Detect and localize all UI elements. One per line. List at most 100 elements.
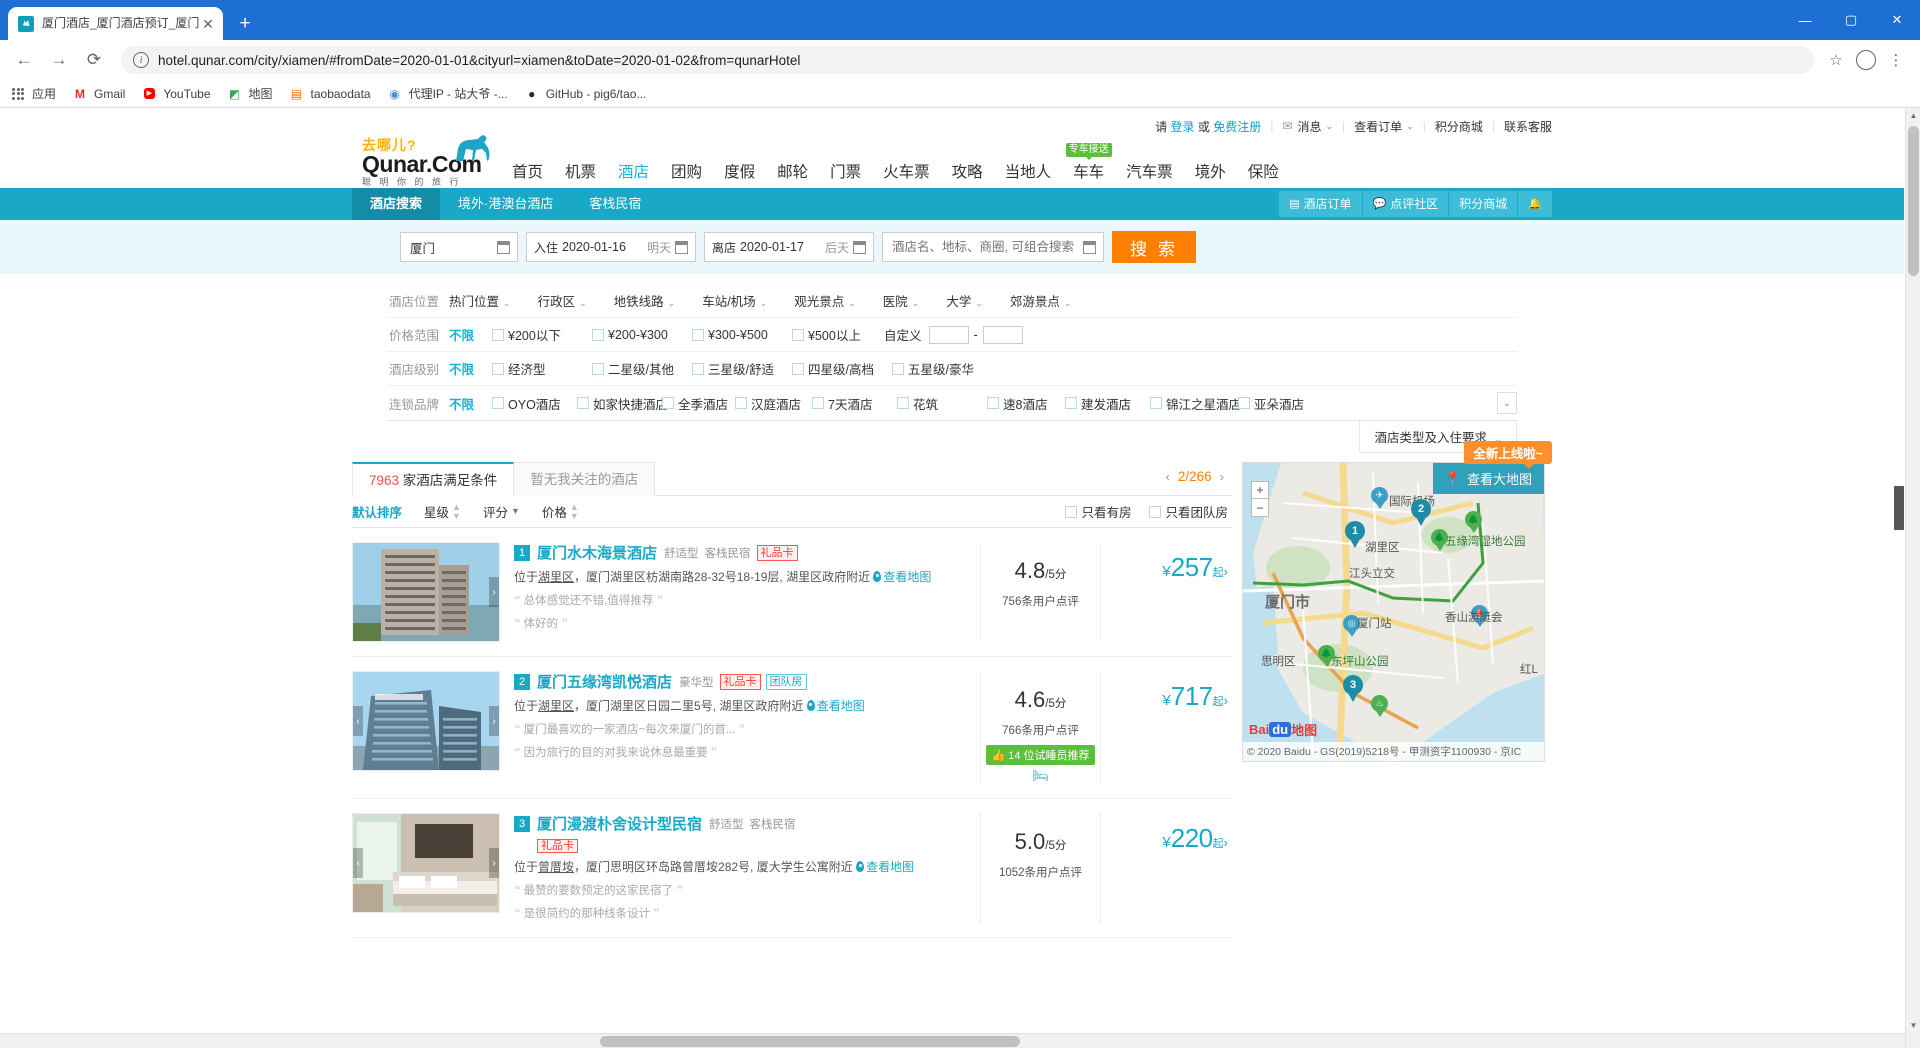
checkbox-group-rooms-only[interactable]: 只看团队房 [1149, 502, 1228, 521]
price-option-above500[interactable]: ¥500以上 [792, 325, 884, 344]
nav-item-train[interactable]: 火车票 [883, 160, 930, 182]
horizontal-scrollbar[interactable] [0, 1033, 1905, 1048]
checkbox[interactable] [1150, 397, 1163, 409]
brand-option-hanting[interactable]: 汉庭酒店 [735, 394, 812, 413]
customer-service-link[interactable]: 联系客服 [1504, 118, 1552, 135]
reload-icon[interactable]: ⟳ [80, 46, 108, 74]
view-map-link[interactable]: 查看地图 [856, 860, 914, 874]
hotel-thumbnail[interactable]: ‹ › [352, 813, 500, 913]
forward-icon[interactable]: → [45, 46, 73, 74]
bookmark-gmail[interactable]: M Gmail [72, 86, 125, 102]
next-page-icon[interactable]: › [1220, 469, 1224, 484]
price-option-200-300[interactable]: ¥200-¥300 [592, 328, 692, 342]
bookmark-apps[interactable]: 应用 [10, 85, 56, 102]
view-map-link[interactable]: 查看地图 [806, 699, 865, 713]
filter-station-airport[interactable]: 车站/机场 ⌄ [702, 291, 767, 310]
subnav-item-hotel-search[interactable]: 酒店搜索 [352, 188, 441, 220]
level-option-3star[interactable]: 三星级/舒适 [692, 359, 792, 378]
checkbox[interactable] [1065, 505, 1078, 518]
keyword-field[interactable] [882, 232, 1104, 262]
hotel-orders-button[interactable]: ▤ 酒店订单 [1279, 191, 1362, 217]
address-bar[interactable]: i hotel.qunar.com/city/xiamen/#fromDate=… [121, 46, 1814, 74]
nav-item-overseas[interactable]: 境外 [1195, 160, 1226, 182]
hotel-name-link[interactable]: 厦门水木海景酒店 [537, 542, 657, 563]
checkbox[interactable] [492, 328, 505, 341]
profile-avatar-icon[interactable] [1852, 46, 1880, 74]
nav-item-cars[interactable]: 专车接送 车车 [1065, 143, 1112, 182]
price-any-option[interactable]: 不限 [449, 325, 474, 344]
bookmark-maps[interactable]: ◩ 地图 [227, 85, 273, 102]
brand-any-option[interactable]: 不限 [449, 394, 474, 413]
checkbox[interactable] [692, 328, 705, 341]
filter-hospital[interactable]: 医院 ⌄ [883, 291, 920, 310]
sort-star[interactable]: 星级 ▲ ▼ [424, 502, 461, 521]
maximize-button[interactable]: ▢ [1828, 4, 1874, 36]
hotel-card[interactable]: ‹ › 2 厦门五缘湾凯悦酒店 豪华型 礼品卡 团队房 位于湖里区，厦门湖里区日… [352, 657, 1232, 799]
nav-item-vacation[interactable]: 度假 [724, 160, 755, 182]
close-window-button[interactable]: ✕ [1874, 4, 1920, 36]
nav-item-groupbuy[interactable]: 团购 [671, 160, 702, 182]
search-button[interactable]: 搜 索 [1112, 231, 1196, 263]
calendar-icon[interactable] [853, 240, 866, 254]
scroll-up-icon[interactable]: ▲ [1906, 108, 1920, 123]
nav-item-hotels[interactable]: 酒店 [618, 160, 649, 182]
price-option-300-500[interactable]: ¥300-¥500 [692, 328, 792, 342]
nav-item-guides[interactable]: 攻略 [952, 160, 983, 182]
keyword-input[interactable] [890, 233, 1083, 261]
checkbox[interactable] [692, 362, 705, 375]
map-marker-2[interactable]: 2 [1411, 499, 1431, 526]
filter-district[interactable]: 行政区 ⌄ [538, 291, 587, 310]
nav-item-cruise[interactable]: 邮轮 [777, 160, 808, 182]
mini-map[interactable]: 📍 查看大地图 + − 1 2 3 ✈ 🌲 🌲 ◎ 🌲 ⛵ ♨ 湖里区 五缘湾湿… [1242, 462, 1545, 762]
filter-hot-location[interactable]: 热门位置 ⌄ [449, 291, 511, 310]
brand-option-super8[interactable]: 速8酒店 [987, 394, 1065, 413]
sort-score[interactable]: 评分 ▼ [483, 502, 520, 521]
filter-metro-line[interactable]: 地铁线路 ⌄ [614, 291, 676, 310]
filter-outing-spot[interactable]: 郊游景点 ⌄ [1010, 291, 1072, 310]
city-picker-icon[interactable] [497, 240, 510, 254]
hotel-price-block[interactable]: ¥717起› [1100, 671, 1232, 784]
prev-photo-icon[interactable]: ‹ [353, 706, 363, 736]
scroll-down-icon[interactable]: ▼ [1906, 1018, 1920, 1033]
site-info-icon[interactable]: i [133, 52, 149, 68]
hotel-name-link[interactable]: 厦门漫渡朴舍设计型民宿 [537, 813, 702, 834]
hotel-card[interactable]: ‹ › 3 厦门漫渡朴舍设计型民宿 舒适型 客栈民宿 礼品卡 位于曾厝垵，厦门思… [352, 799, 1232, 938]
checkbox[interactable] [577, 397, 590, 409]
back-icon[interactable]: ← [10, 46, 38, 74]
new-tab-button[interactable]: + [231, 9, 259, 37]
checkbox[interactable] [1065, 397, 1078, 409]
checkbox-available-only[interactable]: 只看有房 [1065, 502, 1131, 521]
brand-option-oyo[interactable]: OYO酒店 [492, 394, 577, 413]
hotel-thumbnail[interactable]: › [352, 542, 500, 642]
filter-university[interactable]: 大学 ⌄ [946, 291, 983, 310]
brand-option-atour[interactable]: 亚朵酒店 [1238, 394, 1304, 413]
city-input[interactable] [408, 233, 497, 261]
map-marker-3[interactable]: 3 [1343, 675, 1363, 702]
tab-followed-hotels[interactable]: 暂无我关注的酒店 [513, 462, 656, 496]
sort-price[interactable]: 价格 ▲ ▼ [542, 502, 579, 521]
bookmark-taobaodata[interactable]: ▤ taobaodata [289, 86, 371, 102]
sort-default[interactable]: 默认排序 [352, 502, 402, 521]
checkbox[interactable] [735, 397, 748, 409]
bookmark-star-icon[interactable]: ☆ [1822, 46, 1850, 74]
hotel-price-block[interactable]: ¥257起› [1100, 542, 1232, 642]
nav-item-locals[interactable]: 当地人 [1005, 160, 1052, 182]
bookmark-github[interactable]: ● GitHub - pig6/tao... [524, 86, 646, 102]
brand-option-jianfa[interactable]: 建发酒店 [1065, 394, 1150, 413]
level-any-option[interactable]: 不限 [449, 359, 474, 378]
checkbox[interactable] [892, 362, 905, 375]
zoom-out-button[interactable]: − [1251, 499, 1269, 517]
orders-menu[interactable]: 查看订单 ⌄ [1354, 118, 1414, 135]
points-mall-link[interactable]: 积分商城 [1435, 118, 1483, 135]
checkbox[interactable] [1238, 397, 1251, 409]
login-link[interactable]: 登录 [1171, 118, 1195, 135]
register-link[interactable]: 免费注册 [1213, 118, 1261, 135]
points-mall-button[interactable]: 积分商城 [1449, 191, 1518, 217]
hotel-name-link[interactable]: 厦门五缘湾凯悦酒店 [537, 671, 672, 692]
brand-option-jinjiang[interactable]: 锦江之星酒店 [1150, 394, 1241, 413]
bookmark-youtube[interactable]: ▶ YouTube [141, 86, 211, 102]
browser-tab[interactable]: 厦门酒店_厦门酒店预订_厦门酒… ✕ [8, 7, 223, 40]
filter-sightseeing[interactable]: 观光景点 ⌄ [794, 291, 856, 310]
nav-item-tickets[interactable]: 门票 [830, 160, 861, 182]
checkbox[interactable] [492, 397, 505, 409]
